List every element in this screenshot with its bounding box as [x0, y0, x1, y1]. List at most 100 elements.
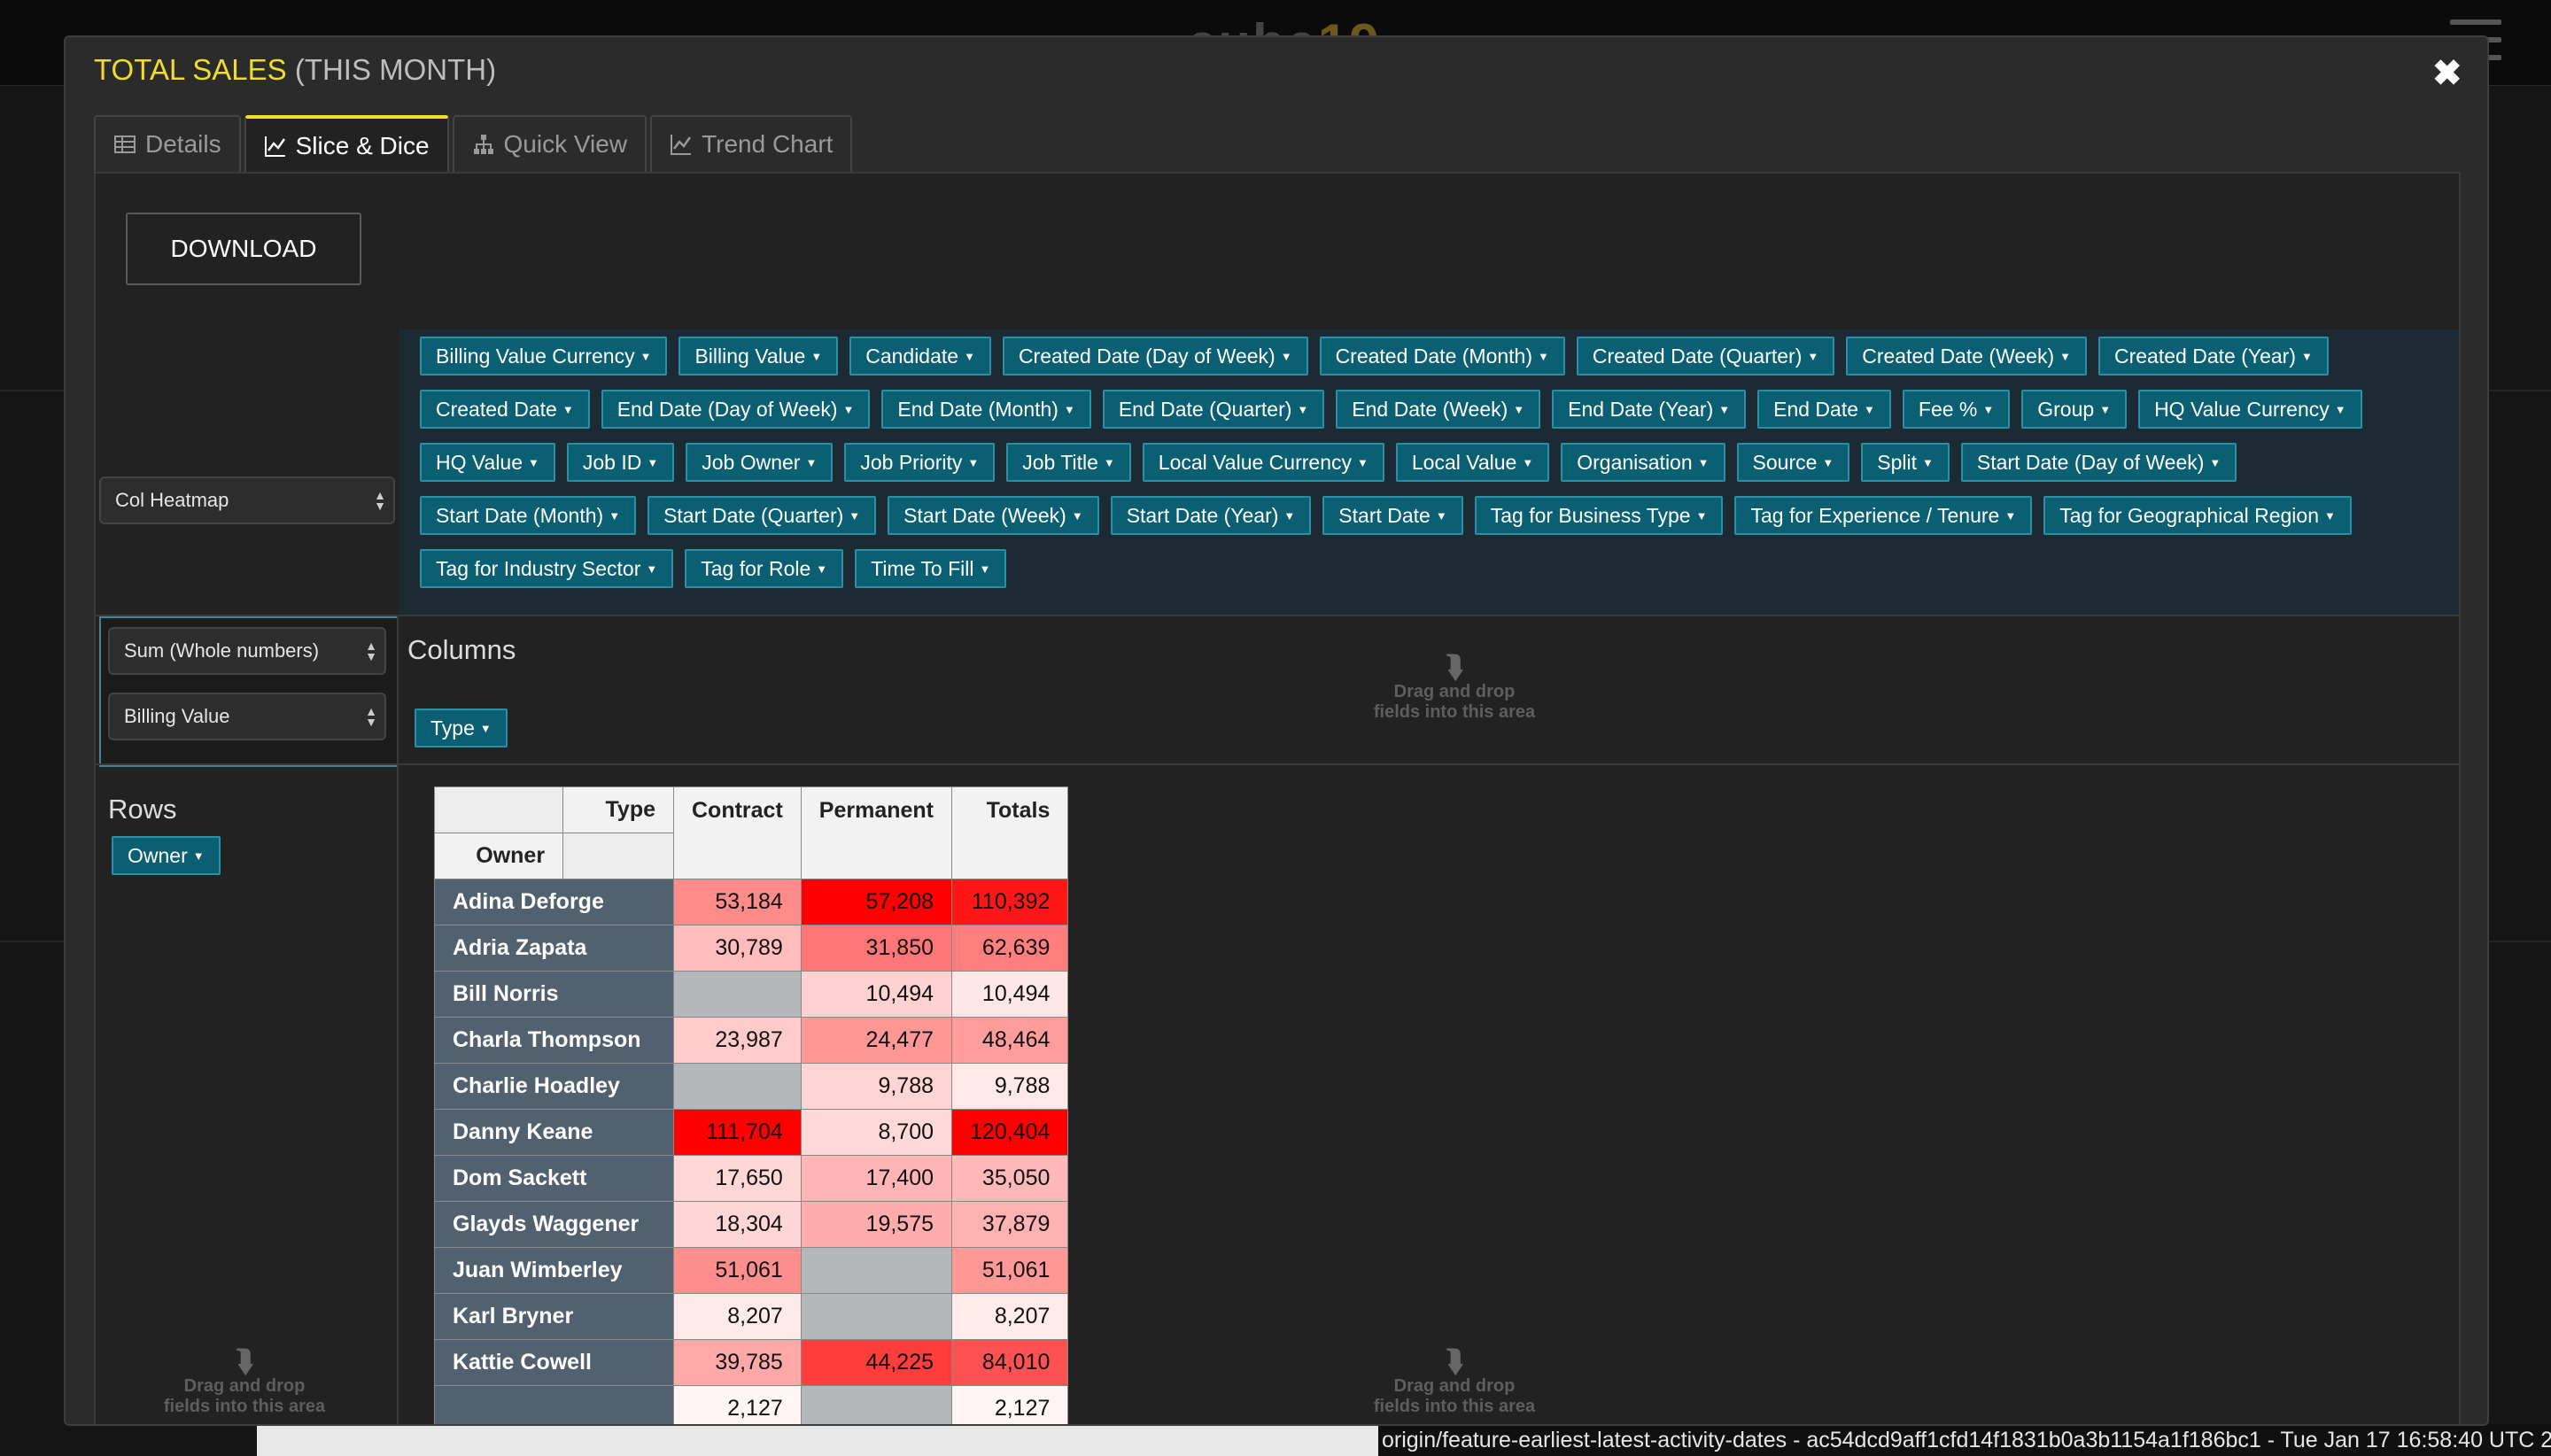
field-chip[interactable]: Local Value ▼: [1395, 443, 1550, 482]
table-cell-total[interactable]: 120,404: [951, 1109, 1069, 1156]
field-chip[interactable]: Job Title ▼: [1006, 443, 1131, 482]
table-cell-contract[interactable]: 18,304: [673, 1201, 802, 1248]
field-chip[interactable]: Local Value Currency ▼: [1142, 443, 1384, 482]
table-cell-contract[interactable]: 39,785: [673, 1339, 802, 1386]
field-label: Created Date (Day of Week): [1018, 344, 1276, 368]
field-chip[interactable]: Job ID ▼: [566, 443, 675, 482]
table-cell-contract[interactable]: [673, 971, 802, 1018]
field-chip[interactable]: Job Owner ▼: [686, 443, 834, 482]
table-cell-contract[interactable]: 30,789: [673, 925, 802, 972]
field-chip[interactable]: Candidate ▼: [849, 337, 991, 376]
table-cell-permanent[interactable]: [800, 1385, 953, 1424]
table-cell-permanent[interactable]: [800, 1293, 953, 1340]
field-chip[interactable]: Time To Fill ▼: [855, 549, 1007, 588]
close-icon[interactable]: ✖: [2432, 53, 2462, 94]
table-cell-permanent[interactable]: 17,400: [800, 1155, 953, 1202]
table-cell-permanent[interactable]: 31,850: [800, 925, 953, 972]
table-cell-permanent[interactable]: 19,575: [800, 1201, 953, 1248]
table-cell-permanent[interactable]: [800, 1247, 953, 1294]
table-cell-total[interactable]: 84,010: [951, 1339, 1069, 1386]
field-chip[interactable]: Start Date ▼: [1322, 496, 1463, 535]
field-chip[interactable]: Organisation ▼: [1561, 443, 1725, 482]
download-button[interactable]: DOWNLOAD: [126, 213, 361, 285]
table-cell-permanent[interactable]: 24,477: [800, 1017, 953, 1064]
table-cell-total[interactable]: 10,494: [951, 971, 1069, 1018]
caret-down-icon: ▼: [1864, 402, 1875, 416]
field-chip[interactable]: HQ Value ▼: [420, 443, 555, 482]
table-cell-total[interactable]: 2,127: [951, 1385, 1069, 1424]
table-row: Juan Wimberley 51,061 51,061: [434, 1247, 1069, 1294]
caret-down-icon: ▼: [647, 455, 659, 469]
field-chip[interactable]: Split ▼: [1861, 443, 1950, 482]
table-cell-total[interactable]: 62,639: [951, 925, 1069, 972]
field-chip[interactable]: Start Date (Year) ▼: [1110, 496, 1312, 535]
table-cell-permanent[interactable]: 57,208: [800, 879, 953, 925]
table-cell-contract[interactable]: 53,184: [673, 879, 802, 925]
tab-trend-chart[interactable]: Trend Chart: [650, 115, 853, 172]
table-cell-permanent[interactable]: 9,788: [800, 1063, 953, 1110]
select-arrows-icon: ▲ ▼: [365, 639, 377, 663]
table-cell-contract[interactable]: 51,061: [673, 1247, 802, 1294]
field-chip[interactable]: End Date (Week) ▼: [1336, 390, 1541, 429]
columns-drop-zone[interactable]: ⮯ Drag and drop fields into this area: [1322, 652, 1587, 723]
field-chip[interactable]: Created Date (Year) ▼: [2098, 337, 2329, 376]
table-cell-contract[interactable]: 111,704: [673, 1109, 802, 1156]
table-cell-total[interactable]: 51,061: [951, 1247, 1069, 1294]
field-chip[interactable]: Billing Value ▼: [678, 337, 839, 376]
field-chip[interactable]: Start Date (Quarter) ▼: [647, 496, 877, 535]
field-chip[interactable]: Created Date (Week) ▼: [1846, 337, 2087, 376]
value-field-select[interactable]: Billing Value ▲ ▼: [108, 693, 386, 740]
field-chip[interactable]: End Date ▼: [1757, 390, 1891, 429]
aggregator-select[interactable]: Sum (Whole numbers) ▲ ▼: [108, 627, 386, 675]
caret-down-icon: ▼: [1280, 349, 1292, 363]
table-cell-contract[interactable]: [673, 1063, 802, 1110]
field-chip[interactable]: Billing Value Currency ▼: [420, 337, 668, 376]
renderer-select[interactable]: Col Heatmap ▲ ▼: [99, 476, 395, 524]
column-field-type[interactable]: Type ▼: [415, 709, 508, 747]
field-chip[interactable]: Group ▼: [2021, 390, 2128, 429]
table-cell-permanent[interactable]: 10,494: [800, 971, 953, 1018]
field-chip[interactable]: End Date (Year) ▼: [1552, 390, 1747, 429]
table-cell-total[interactable]: 9,788: [951, 1063, 1069, 1110]
tab-quick-view[interactable]: Quick View: [452, 115, 647, 172]
field-chip[interactable]: End Date (Month) ▼: [881, 390, 1091, 429]
caret-down-icon: ▼: [2324, 508, 2336, 523]
tab-slice-and-dice[interactable]: Slice & Dice: [244, 115, 449, 174]
field-chip[interactable]: Created Date (Day of Week) ▼: [1002, 337, 1308, 376]
caret-down-icon: ▼: [192, 848, 205, 863]
table-cell-total[interactable]: 35,050: [951, 1155, 1069, 1202]
field-chip[interactable]: Start Date (Day of Week) ▼: [1960, 443, 2237, 482]
field-chip[interactable]: Source ▼: [1736, 443, 1850, 482]
table-cell-total[interactable]: 37,879: [951, 1201, 1069, 1248]
field-chip[interactable]: Tag for Business Type ▼: [1474, 496, 1724, 535]
table-cell-total[interactable]: 48,464: [951, 1017, 1069, 1064]
table-cell-contract[interactable]: 17,650: [673, 1155, 802, 1202]
values-drop-zone[interactable]: ⮯ Drag and drop fields into this area: [1322, 1346, 1587, 1417]
field-chip[interactable]: Created Date ▼: [420, 390, 590, 429]
caret-down-icon: ▼: [1982, 402, 1995, 416]
field-chip[interactable]: Tag for Experience / Tenure ▼: [1734, 496, 2033, 535]
table-cell-contract[interactable]: 23,987: [673, 1017, 802, 1064]
aggregator-select-value: Sum (Whole numbers): [124, 639, 320, 662]
field-chip[interactable]: Start Date (Week) ▼: [888, 496, 1099, 535]
rows-drop-zone[interactable]: ⮯ Drag and drop fields into this area: [112, 1346, 377, 1417]
field-chip[interactable]: Job Priority ▼: [844, 443, 996, 482]
field-chip[interactable]: Tag for Industry Sector ▼: [420, 549, 674, 588]
field-chip[interactable]: Tag for Role ▼: [685, 549, 844, 588]
field-chip[interactable]: Created Date (Month) ▼: [1319, 337, 1565, 376]
field-chip[interactable]: End Date (Quarter) ▼: [1102, 390, 1325, 429]
field-chip[interactable]: End Date (Day of Week) ▼: [601, 390, 871, 429]
table-cell-contract[interactable]: 8,207: [673, 1293, 802, 1340]
table-cell-permanent[interactable]: 8,700: [800, 1109, 953, 1156]
field-chip[interactable]: Created Date (Quarter) ▼: [1576, 337, 1835, 376]
table-cell-total[interactable]: 110,392: [951, 879, 1069, 925]
table-cell-contract[interactable]: 2,127: [673, 1385, 802, 1424]
table-cell-total[interactable]: 8,207: [951, 1293, 1069, 1340]
tab-details[interactable]: Details: [94, 115, 241, 172]
field-chip[interactable]: HQ Value Currency ▼: [2138, 390, 2362, 429]
table-cell-permanent[interactable]: 44,225: [800, 1339, 953, 1386]
row-field-owner[interactable]: Owner ▼: [112, 836, 221, 875]
field-chip[interactable]: Tag for Geographical Region ▼: [2043, 496, 2352, 535]
field-chip[interactable]: Fee % ▼: [1902, 390, 2011, 429]
field-chip[interactable]: Start Date (Month) ▼: [420, 496, 637, 535]
